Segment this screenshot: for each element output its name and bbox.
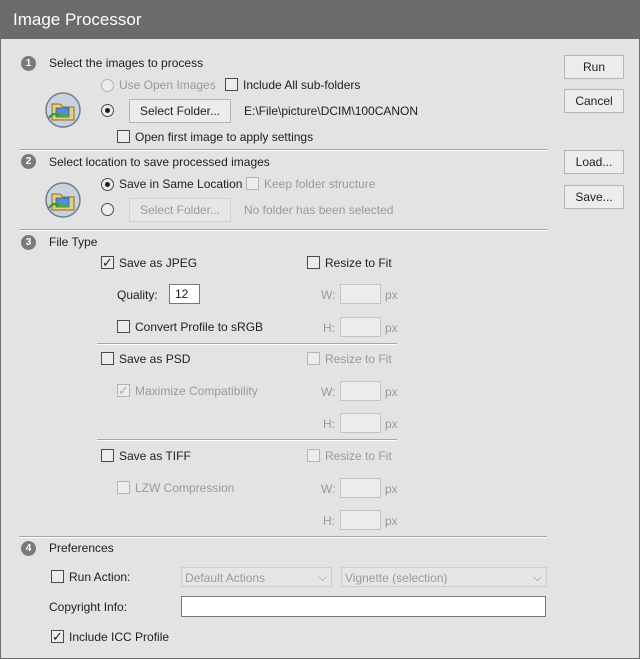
maximize-compat-label: Maximize Compatibility bbox=[135, 384, 258, 398]
use-open-images-radio[interactable] bbox=[101, 79, 114, 92]
save-as-tiff-checkbox[interactable] bbox=[101, 449, 114, 462]
chevron-down-icon: ⌵ bbox=[317, 570, 327, 584]
select-dest-folder-radio[interactable] bbox=[101, 203, 114, 216]
action-dropdown[interactable]: Vignette (selection) ⌵ bbox=[341, 567, 547, 587]
tiff-width-label: W: bbox=[321, 482, 336, 496]
action-set-dropdown[interactable]: Default Actions ⌵ bbox=[181, 567, 332, 587]
separator bbox=[19, 536, 547, 538]
jpeg-width-unit: px bbox=[385, 288, 398, 302]
step-3-badge: 3 bbox=[21, 235, 36, 250]
quality-input[interactable] bbox=[169, 284, 200, 304]
step-1-badge: 1 bbox=[21, 56, 36, 71]
separator bbox=[19, 149, 547, 151]
section1-heading: Select the images to process bbox=[49, 56, 204, 70]
separator bbox=[97, 343, 397, 345]
include-subfolders-checkbox[interactable] bbox=[225, 78, 238, 91]
psd-resize-checkbox[interactable] bbox=[307, 352, 320, 365]
run-action-label: Run Action: bbox=[69, 570, 131, 584]
select-dest-folder-button[interactable]: Select Folder... bbox=[129, 198, 231, 222]
jpeg-height-input[interactable] bbox=[340, 317, 381, 337]
tiff-resize-checkbox[interactable] bbox=[307, 449, 320, 462]
jpeg-width-input[interactable] bbox=[340, 284, 381, 304]
keep-folder-structure-label: Keep folder structure bbox=[264, 177, 376, 191]
run-action-checkbox[interactable] bbox=[51, 570, 64, 583]
separator bbox=[19, 229, 547, 231]
copyright-input[interactable] bbox=[181, 596, 546, 617]
save-button[interactable]: Save... bbox=[564, 185, 624, 209]
step-2-badge: 2 bbox=[21, 154, 36, 169]
action-value: Vignette (selection) bbox=[345, 571, 448, 585]
tiff-resize-label: Resize to Fit bbox=[325, 449, 392, 463]
select-source-folder-button[interactable]: Select Folder... bbox=[129, 99, 231, 123]
photo-folder-icon bbox=[45, 92, 81, 128]
cancel-button[interactable]: Cancel bbox=[564, 89, 624, 113]
section3-heading: File Type bbox=[49, 235, 98, 249]
psd-height-label: H: bbox=[323, 417, 335, 431]
save-same-location-label: Save in Same Location bbox=[119, 177, 243, 191]
jpeg-width-label: W: bbox=[321, 288, 336, 302]
save-as-jpeg-label: Save as JPEG bbox=[119, 256, 198, 270]
source-folder-path: E:\File\picture\DCIM\100CANON bbox=[244, 104, 419, 118]
lzw-compression-label: LZW Compression bbox=[135, 481, 235, 495]
save-as-tiff-label: Save as TIFF bbox=[119, 449, 191, 463]
open-first-image-checkbox[interactable] bbox=[117, 130, 130, 143]
include-icc-label: Include ICC Profile bbox=[69, 630, 170, 644]
tiff-width-unit: px bbox=[385, 482, 398, 496]
step-4-badge: 4 bbox=[21, 541, 36, 556]
title-bar: Image Processor bbox=[1, 1, 640, 39]
photo-folder-icon bbox=[45, 182, 81, 218]
jpeg-height-unit: px bbox=[385, 321, 398, 335]
maximize-compat-checkbox[interactable]: ✓ bbox=[117, 384, 130, 397]
run-button[interactable]: Run bbox=[564, 55, 624, 79]
copyright-label: Copyright Info: bbox=[49, 600, 128, 614]
section4-heading: Preferences bbox=[49, 541, 114, 555]
tiff-height-input[interactable] bbox=[340, 510, 381, 530]
dest-folder-status: No folder has been selected bbox=[244, 203, 394, 217]
tiff-width-input[interactable] bbox=[340, 478, 381, 498]
image-processor-dialog: Image Processor Run Cancel Load... Save.… bbox=[0, 0, 640, 659]
include-subfolders-label: Include All sub-folders bbox=[243, 78, 361, 92]
psd-height-unit: px bbox=[385, 417, 398, 431]
open-first-image-label: Open first image to apply settings bbox=[135, 130, 314, 144]
jpeg-resize-checkbox[interactable] bbox=[307, 256, 320, 269]
convert-srgb-checkbox[interactable] bbox=[117, 320, 130, 333]
psd-width-label: W: bbox=[321, 385, 336, 399]
tiff-height-label: H: bbox=[323, 514, 335, 528]
chevron-down-icon: ⌵ bbox=[532, 570, 542, 584]
section2-heading: Select location to save processed images bbox=[49, 155, 270, 169]
save-same-location-radio[interactable] bbox=[101, 178, 114, 191]
action-set-value: Default Actions bbox=[185, 571, 266, 585]
separator bbox=[97, 439, 397, 441]
save-as-jpeg-checkbox[interactable]: ✓ bbox=[101, 256, 114, 269]
tiff-height-unit: px bbox=[385, 514, 398, 528]
psd-width-input[interactable] bbox=[340, 381, 381, 401]
dialog-title: Image Processor bbox=[13, 10, 142, 29]
include-icc-checkbox[interactable]: ✓ bbox=[51, 630, 64, 643]
select-folder-radio[interactable] bbox=[101, 104, 114, 117]
psd-height-input[interactable] bbox=[340, 413, 381, 433]
use-open-images-label: Use Open Images bbox=[119, 78, 216, 92]
jpeg-resize-label: Resize to Fit bbox=[325, 256, 392, 270]
load-button[interactable]: Load... bbox=[564, 150, 624, 174]
keep-folder-structure-checkbox[interactable] bbox=[246, 177, 259, 190]
jpeg-height-label: H: bbox=[323, 321, 335, 335]
save-as-psd-label: Save as PSD bbox=[119, 352, 191, 366]
lzw-compression-checkbox[interactable] bbox=[117, 481, 130, 494]
quality-label: Quality: bbox=[117, 288, 158, 302]
convert-srgb-label: Convert Profile to sRGB bbox=[135, 320, 264, 334]
save-as-psd-checkbox[interactable] bbox=[101, 352, 114, 365]
psd-resize-label: Resize to Fit bbox=[325, 352, 392, 366]
psd-width-unit: px bbox=[385, 385, 398, 399]
